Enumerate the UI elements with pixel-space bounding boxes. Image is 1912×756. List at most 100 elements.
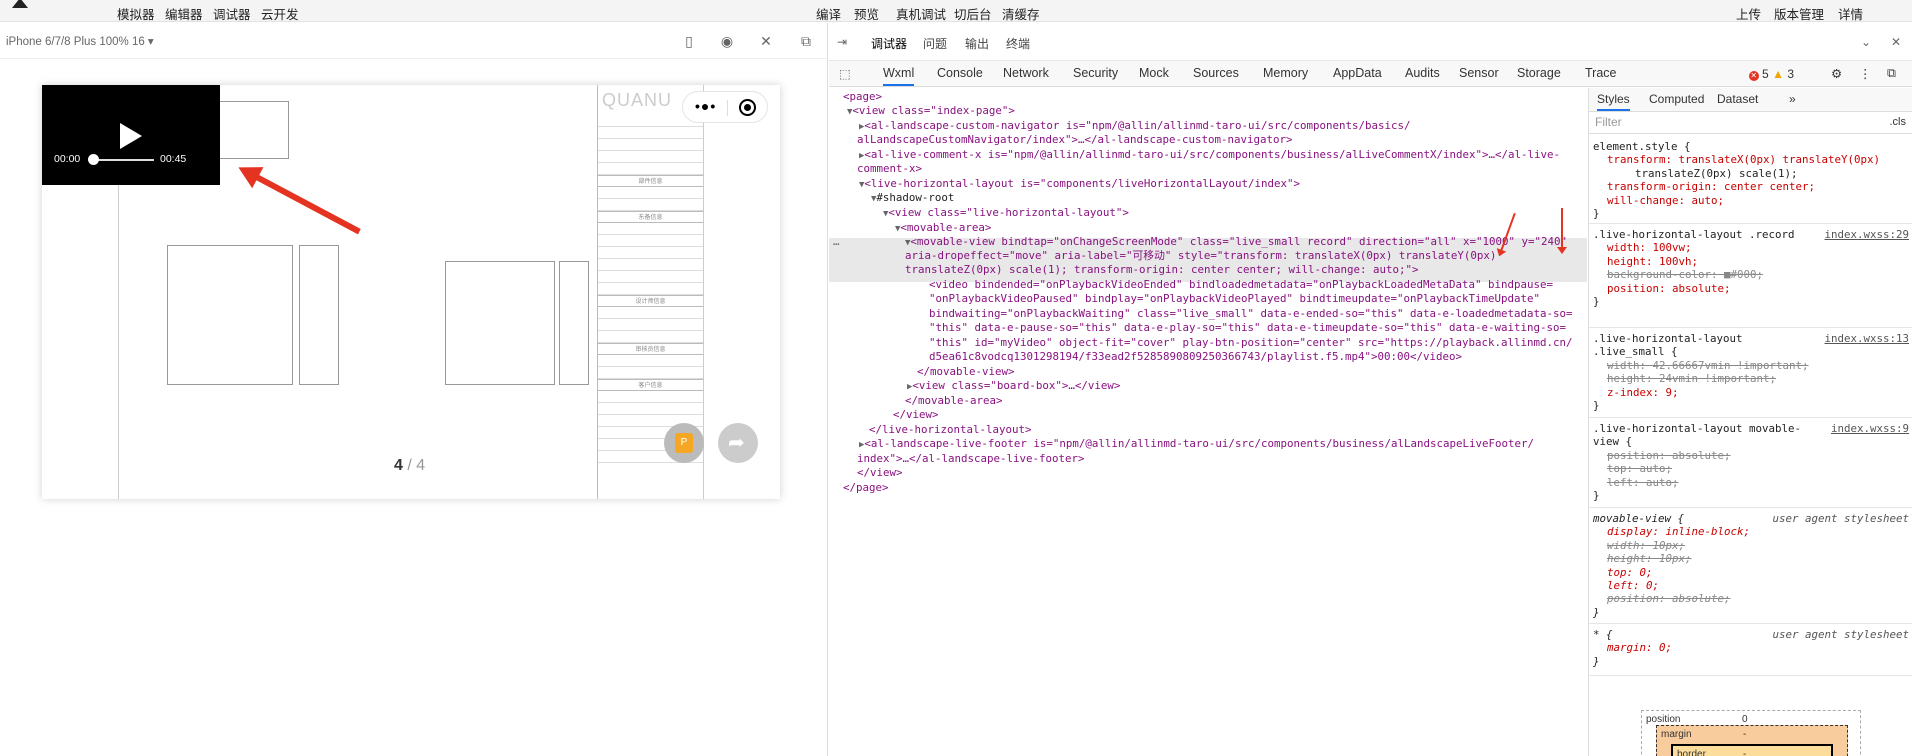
phone-icon[interactable]: ▯ (680, 32, 698, 50)
video-player[interactable]: 00:00 00:45 (42, 85, 220, 185)
page-total: 4 (416, 457, 426, 474)
dom-node-video-cont5: d5ea61c8vodcq1301298194/f33ead2f52858908… (929, 350, 1463, 363)
inspect-icon[interactable]: ⬚ (839, 66, 851, 81)
node-menu-ellipsis[interactable]: … (833, 235, 840, 250)
close-icon[interactable]: ✕ (1891, 35, 1901, 49)
tab-sources[interactable]: Sources (1193, 66, 1239, 80)
dom-node-video[interactable]: <video bindended="onPlaybackVideoEnded" … (929, 278, 1553, 293)
source-link[interactable]: index.wxss:9 (1831, 422, 1909, 435)
settings-icon[interactable]: ⚙ (1831, 66, 1842, 81)
rule-element-style: element.style { transform: translateX(0p… (1589, 140, 1912, 224)
dom-node-video-cont3: "this" data-e-pause-so="this" data-e-pla… (929, 321, 1567, 334)
box-border: border - (1671, 744, 1833, 756)
dom-node-view-close[interactable]: </view> (893, 408, 939, 423)
cls-toggle[interactable]: .cls (1890, 116, 1907, 129)
device-selector[interactable]: iPhone 6/7/8 Plus 100% 16 ▾ (6, 34, 154, 48)
tab-mock[interactable]: Mock (1139, 66, 1169, 80)
video-progress-bar[interactable] (94, 159, 154, 161)
dock-icon[interactable]: ⧉ (1887, 66, 1896, 81)
menu-clear-cache[interactable]: 清缓存 (1002, 4, 1040, 23)
ppt-button[interactable]: P (664, 423, 704, 463)
error-count: 5 (1762, 67, 1769, 81)
dom-node-layout-close[interactable]: </live-horizontal-layout> (869, 423, 1032, 438)
section-designer: 设计师信息 (598, 295, 703, 307)
tab-debugger[interactable]: 调试器 (871, 35, 907, 52)
close-miniprogram-icon[interactable] (739, 99, 756, 116)
share-button[interactable]: ➦ (718, 423, 758, 463)
dom-node-page[interactable]: <page> (843, 90, 882, 105)
menu-upload[interactable]: 上传 (1736, 4, 1761, 23)
source-link[interactable]: index.wxss:13 (1824, 332, 1909, 345)
tab-terminal[interactable]: 终端 (1006, 35, 1030, 52)
dom-node-page-close[interactable]: </page> (843, 481, 889, 496)
play-icon[interactable] (120, 123, 142, 149)
dom-node-comment-cont: comment-x> (857, 162, 923, 175)
tab-console[interactable]: Console (937, 66, 983, 80)
dom-node-video-cont2: bindwaiting="onPlaybackWaiting" class="l… (929, 307, 1573, 320)
mute-icon[interactable]: ✕ (757, 32, 775, 50)
rule-movable-view-layout: index.wxss:9 .live-horizontal-layout mov… (1589, 422, 1912, 508)
dom-node-index-page-close[interactable]: </view> (857, 466, 903, 481)
toggle-panel-icon[interactable]: ⇥ (837, 35, 847, 49)
tab-styles[interactable]: Styles (1597, 92, 1630, 112)
tab-dataset[interactable]: Dataset (1717, 92, 1758, 106)
tab-network[interactable]: Network (1003, 66, 1049, 80)
tab-issues[interactable]: 问题 (923, 35, 947, 52)
dom-node-movable-view-cont2: translateZ(0px) scale(1); transform-orig… (905, 263, 1419, 276)
dom-node-shadow-root[interactable]: ▼#shadow-root (871, 191, 954, 207)
more-tabs-icon[interactable]: » (1789, 92, 1796, 106)
dom-node-movable-area-close[interactable]: </movable-area> (905, 394, 1003, 409)
error-icon: ✕ (1748, 71, 1759, 81)
simulator-toolbar: iPhone 6/7/8 Plus 100% 16 ▾ ▯ ◉ ✕ ⧉ (0, 23, 827, 59)
more-icon[interactable]: •●• (695, 98, 716, 114)
rule-record: index.wxss:29 .live-horizontal-layout .r… (1589, 228, 1912, 328)
dom-node-comment[interactable]: ▶<al-live-comment-x is="npm/@allin/allin… (859, 148, 1560, 164)
menu-debugger[interactable]: 调试器 (213, 4, 251, 23)
video-progress-handle[interactable] (88, 154, 99, 165)
dom-node-footer-cont: index">…</al-landscape-live-footer> (857, 452, 1085, 465)
video-duration: 00:45 (160, 153, 187, 165)
tab-memory[interactable]: Memory (1263, 66, 1308, 80)
menu-real-device-debug[interactable]: 真机调试 (896, 4, 946, 23)
record-icon[interactable]: ◉ (718, 32, 736, 50)
dom-node-board-box[interactable]: ▶<view class="board-box">…</view> (907, 379, 1120, 395)
menu-version[interactable]: 版本管理 (1774, 4, 1824, 23)
dom-node-video-cont1: "onPlaybackVideoPaused" bindplay="onPlay… (929, 292, 1541, 305)
styles-tabs: Styles Computed Dataset » (1589, 88, 1912, 112)
section-notes: 东备信息 (598, 211, 703, 223)
menu-cloud[interactable]: 云开发 (261, 4, 299, 23)
tab-wxml[interactable]: Wxml (883, 66, 915, 86)
dom-node-view-layout[interactable]: ▼<view class="live-horizontal-layout"> (883, 206, 1129, 222)
menu-editor[interactable]: 编辑器 (165, 4, 203, 23)
menu-preview[interactable]: 预览 (854, 4, 879, 23)
tab-audits[interactable]: Audits (1405, 66, 1440, 80)
menu-compile[interactable]: 编译 (816, 4, 841, 23)
source-link[interactable]: index.wxss:29 (1824, 228, 1909, 241)
detach-window-icon[interactable]: ⧉ (797, 32, 815, 50)
tab-security[interactable]: Security (1073, 66, 1118, 80)
styles-filter[interactable]: Filter .cls (1589, 112, 1912, 134)
tab-computed[interactable]: Computed (1649, 92, 1704, 106)
menu-simulator[interactable]: 模拟器 (117, 4, 155, 23)
error-warning-counter[interactable]: ✕ 5 ▲ 3 (1748, 67, 1794, 81)
more-options-icon[interactable]: ⋮ (1859, 66, 1872, 81)
dom-node-index-page[interactable]: ▼<view class="index-page"> (847, 104, 1015, 120)
tab-appdata[interactable]: AppData (1333, 66, 1382, 80)
filter-input[interactable]: Filter (1595, 115, 1622, 129)
cad-elevation-2 (299, 245, 339, 385)
tab-trace[interactable]: Trace (1585, 66, 1617, 80)
app-logo-icon (12, 0, 28, 8)
dom-node-movable-view-close[interactable]: </movable-view> (917, 365, 1015, 380)
chevron-down-icon[interactable]: ⌄ (1861, 35, 1871, 49)
tab-sensor[interactable]: Sensor (1459, 66, 1499, 80)
menu-details[interactable]: 详情 (1838, 4, 1863, 23)
cad-elevation-1 (167, 245, 293, 385)
menu-background[interactable]: 切后台 (954, 4, 992, 23)
simulator-pane: iPhone 6/7/8 Plus 100% 16 ▾ ▯ ◉ ✕ ⧉ QUAN… (0, 23, 828, 756)
tab-output[interactable]: 输出 (965, 35, 989, 52)
dom-node-navigator-cont: alLandscapeCustomNavigator/index">…</al-… (857, 133, 1293, 146)
dom-node-footer[interactable]: ▶<al-landscape-live-footer is="npm/@alli… (859, 437, 1534, 453)
box-model: position 0 margin - border - (1641, 710, 1861, 756)
share-icon: ➦ (728, 432, 745, 454)
tab-storage[interactable]: Storage (1517, 66, 1561, 80)
